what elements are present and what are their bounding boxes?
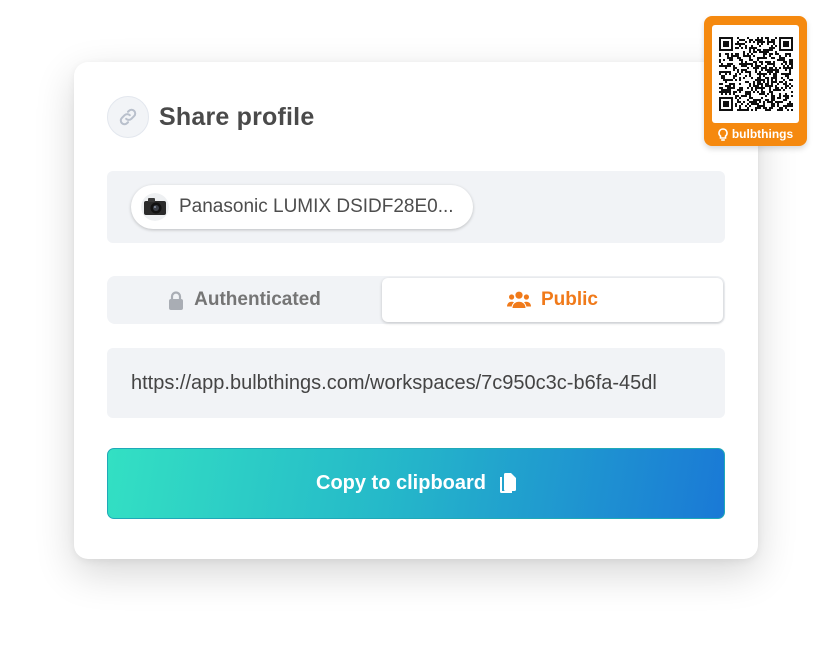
page: Share profile Panasonic LUMIX DSIDF28E0.… (0, 0, 832, 649)
share-url-panel (107, 348, 725, 418)
card-header: Share profile (107, 96, 314, 138)
bulb-icon (718, 127, 728, 141)
copy-button-label: Copy to clipboard (316, 472, 486, 494)
page-title: Share profile (159, 102, 315, 131)
toggle-public[interactable]: Public (382, 278, 723, 322)
toggle-authenticated[interactable]: Authenticated (107, 276, 382, 324)
device-panel: Panasonic LUMIX DSIDF28E0... (107, 171, 725, 243)
toggle-authenticated-label: Authenticated (194, 289, 321, 310)
camera-icon (141, 193, 169, 221)
device-chip[interactable]: Panasonic LUMIX DSIDF28E0... (131, 185, 473, 229)
link-icon (107, 96, 149, 138)
clipboard-icon (498, 472, 516, 495)
share-url-field[interactable] (131, 348, 703, 418)
lock-icon (168, 290, 184, 310)
share-profile-card: Share profile Panasonic LUMIX DSIDF28E0.… (74, 62, 758, 559)
copy-to-clipboard-button[interactable]: Copy to clipboard (107, 448, 725, 519)
device-name: Panasonic LUMIX DSIDF28E0... (179, 196, 454, 217)
access-toggle: Authenticated Public (107, 276, 725, 324)
qr-code-tag: bulbthings (704, 16, 807, 146)
users-icon (506, 291, 531, 309)
brand-label: bulbthings (704, 124, 807, 144)
brand-name: bulbthings (731, 127, 794, 141)
toggle-public-label: Public (540, 289, 598, 310)
qr-code-icon (712, 25, 799, 123)
